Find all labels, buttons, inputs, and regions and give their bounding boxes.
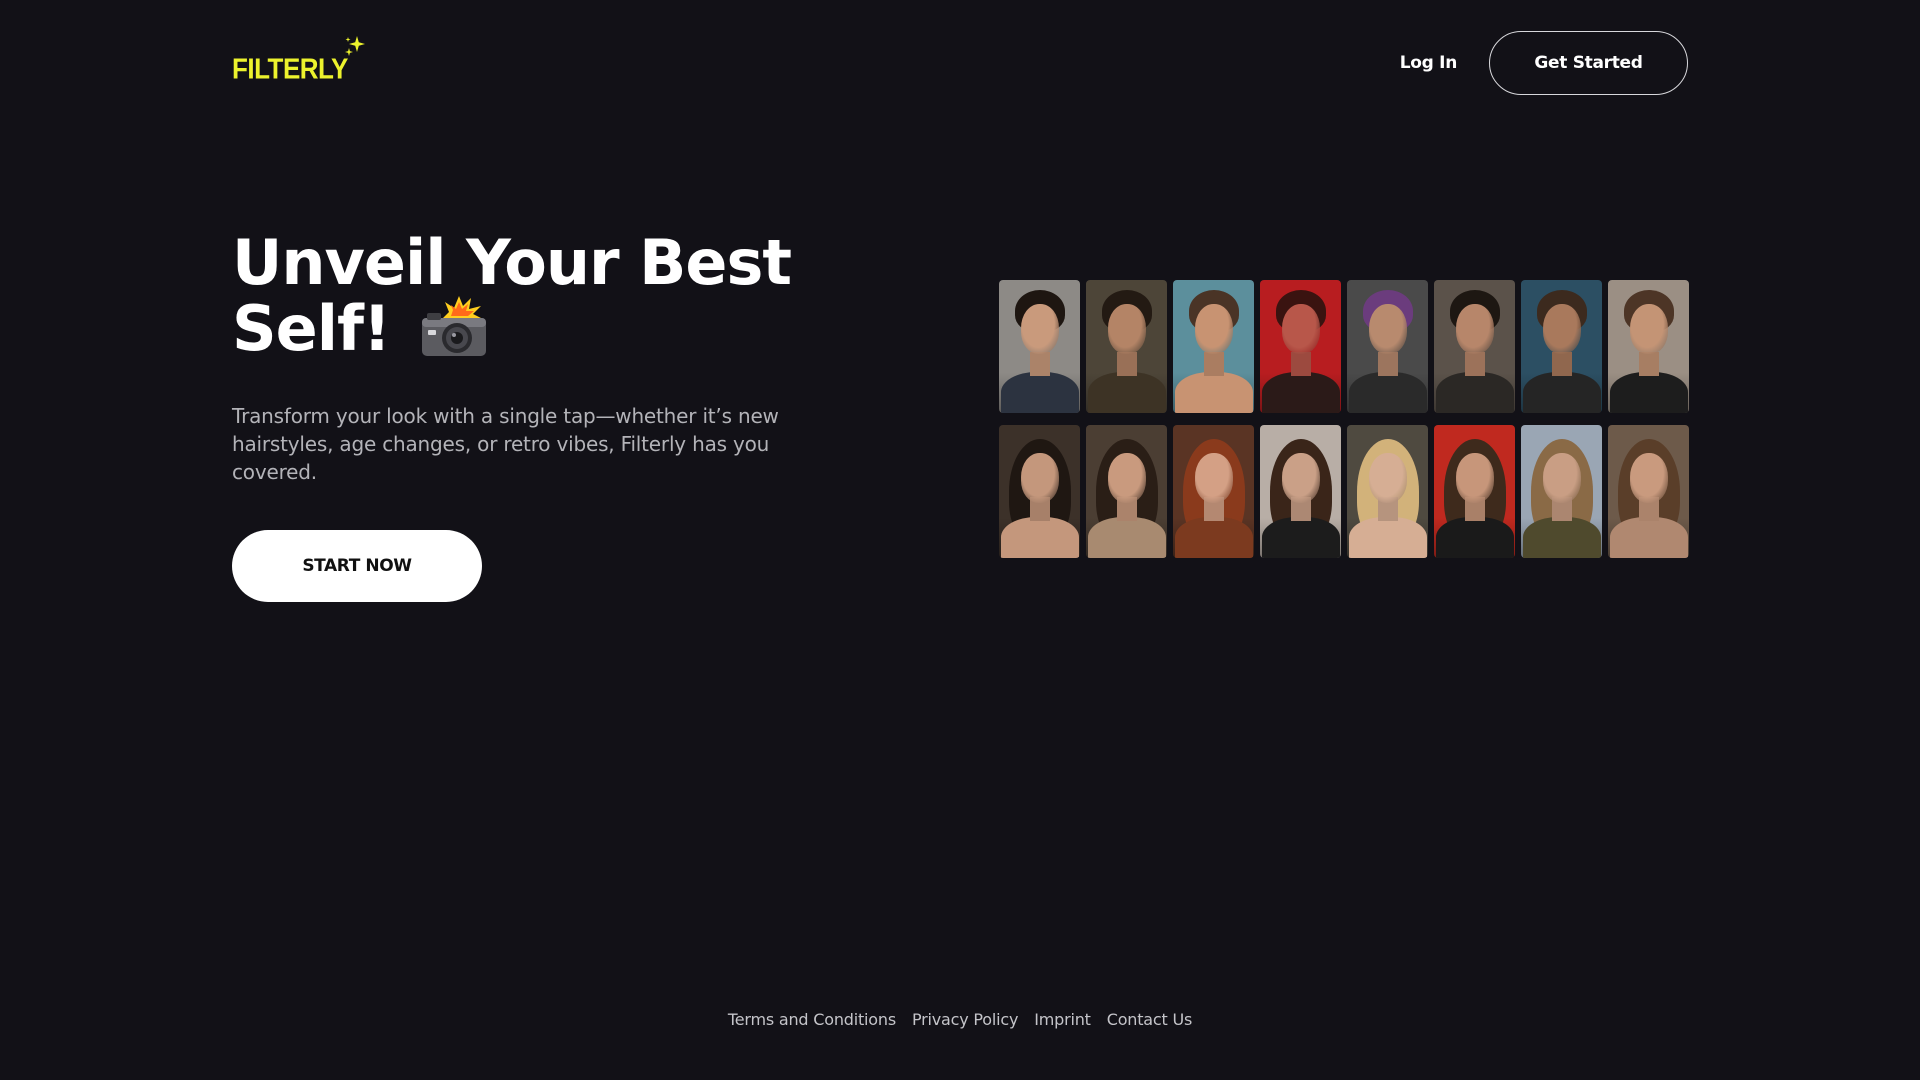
portrait-face	[1542, 304, 1581, 354]
portrait-face	[1194, 453, 1233, 503]
portrait-thumbnail	[1173, 280, 1254, 413]
portrait-neck	[1377, 352, 1398, 376]
portrait-shoulders	[1609, 372, 1688, 413]
portrait-face	[1368, 453, 1407, 503]
portrait-thumbnail	[1608, 425, 1689, 558]
login-link[interactable]: Log In	[1400, 53, 1458, 73]
portrait-face	[1020, 304, 1059, 354]
portrait-neck	[1203, 352, 1224, 376]
footer-link[interactable]: Privacy Policy	[912, 1010, 1018, 1029]
portrait-neck	[1464, 352, 1485, 376]
hero-title: Unveil Your Best Self!	[232, 232, 832, 360]
brand-name: FILTERLY	[232, 51, 348, 85]
site-header: FILTERLY Log In Get Started	[232, 30, 1688, 95]
portrait-face	[1542, 453, 1581, 503]
portrait-shoulders	[1261, 517, 1340, 558]
portrait-face	[1194, 304, 1233, 354]
portrait-face	[1281, 453, 1320, 503]
top-nav: Log In Get Started	[1400, 30, 1688, 95]
portrait-shoulders	[1348, 372, 1427, 413]
portrait-face	[1368, 304, 1407, 354]
portrait-thumbnail	[1260, 425, 1341, 558]
portrait-shoulders	[1522, 372, 1601, 413]
portrait-face	[1281, 304, 1320, 354]
landing-page: FILTERLY Log In Get Started Unveil Your …	[0, 0, 1920, 1080]
portrait-face	[1107, 453, 1146, 503]
portrait-neck	[1116, 352, 1137, 376]
portrait-shoulders	[1609, 517, 1688, 558]
camera-flash-icon	[421, 296, 486, 356]
site-footer: Terms and Conditions Privacy Policy Imprin…	[0, 1010, 1920, 1029]
portrait-shoulders	[1087, 372, 1166, 413]
portrait-face	[1455, 453, 1494, 503]
portrait-neck	[1638, 352, 1659, 376]
portrait-neck	[1290, 352, 1311, 376]
portrait-shoulders	[1522, 517, 1601, 558]
portrait-thumbnail	[1347, 280, 1428, 413]
portrait-neck	[1029, 352, 1050, 376]
portrait-shoulders	[1087, 517, 1166, 558]
portrait-thumbnail	[1086, 425, 1167, 558]
footer-link[interactable]: Contact Us	[1107, 1010, 1193, 1029]
hero-title-line2: Self!	[232, 292, 391, 365]
portrait-thumbnail	[1608, 280, 1689, 413]
portrait-shoulders	[1435, 372, 1514, 413]
portrait-thumbnail	[1260, 280, 1341, 413]
portrait-thumbnail	[1521, 425, 1602, 558]
portrait-shoulders	[1348, 517, 1427, 558]
portrait-shoulders	[1174, 517, 1253, 558]
portrait-face	[1107, 304, 1146, 354]
portrait-shoulders	[1261, 372, 1340, 413]
portrait-thumbnail	[1521, 280, 1602, 413]
hero-section: Unveil Your Best Self! Transform your lo…	[232, 232, 832, 486]
portrait-face	[1629, 304, 1668, 354]
hero-title-line1: Unveil Your Best	[232, 226, 792, 299]
portrait-face	[1455, 304, 1494, 354]
portrait-shoulders	[1174, 372, 1253, 413]
portrait-neck	[1551, 352, 1572, 376]
portrait-shoulders	[1000, 517, 1079, 558]
portrait-thumbnail	[1434, 280, 1515, 413]
portrait-shoulders	[1000, 372, 1079, 413]
portrait-thumbnail	[1173, 425, 1254, 558]
footer-link[interactable]: Terms and Conditions	[728, 1010, 896, 1029]
brand-logo[interactable]: FILTERLY	[232, 35, 365, 85]
portrait-thumbnail	[1347, 425, 1428, 558]
portrait-thumbnail	[1086, 280, 1167, 413]
portrait-face	[1020, 453, 1059, 503]
portrait-shoulders	[1435, 517, 1514, 558]
hero-subtitle: Transform your look with a single tap—wh…	[232, 404, 779, 484]
portrait-thumbnail	[999, 425, 1080, 558]
start-now-button[interactable]: START NOW	[232, 530, 482, 602]
portrait-thumbnail	[1434, 425, 1515, 558]
portrait-face	[1629, 453, 1668, 503]
sparkle-icon	[344, 35, 365, 56]
footer-link[interactable]: Imprint	[1034, 1010, 1091, 1029]
portrait-gallery	[999, 280, 1689, 558]
get-started-button[interactable]: Get Started	[1489, 30, 1688, 95]
portrait-thumbnail	[999, 280, 1080, 413]
